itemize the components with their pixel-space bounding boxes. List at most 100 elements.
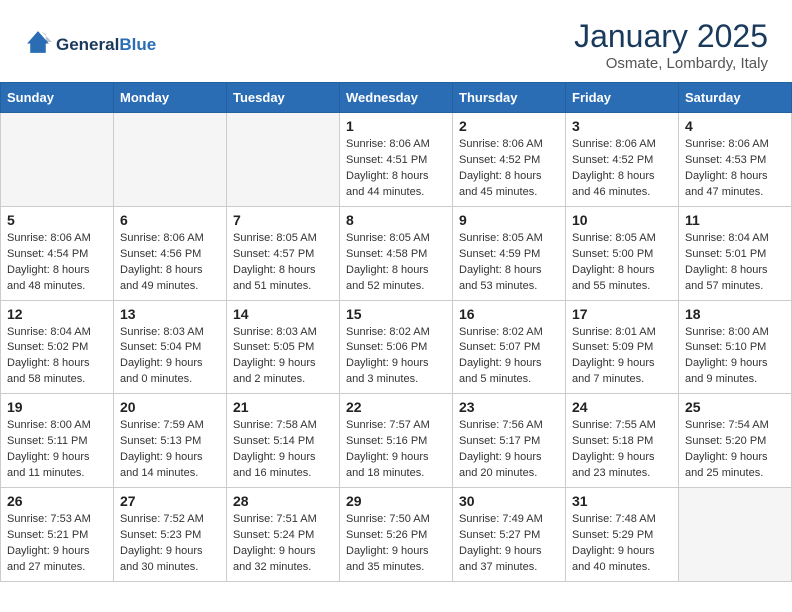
day-info: Sunrise: 7:55 AM Sunset: 5:18 PM Dayligh… xyxy=(572,418,672,482)
day-info: Sunrise: 7:49 AM Sunset: 5:27 PM Dayligh… xyxy=(459,512,559,576)
calendar-cell: 8 Sunrise: 8:05 AM Sunset: 4:58 PM Daylig… xyxy=(340,206,453,300)
calendar-cell: 16 Sunrise: 8:02 AM Sunset: 5:07 PM Dayli… xyxy=(453,300,566,394)
day-number: 14 xyxy=(233,306,333,322)
day-info: Sunrise: 7:50 AM Sunset: 5:26 PM Dayligh… xyxy=(346,512,446,576)
calendar-cell: 4 Sunrise: 8:06 AM Sunset: 4:53 PM Daylig… xyxy=(679,113,792,207)
day-header-monday: Monday xyxy=(114,83,227,113)
calendar-cell: 9Sunrise: 8:05 AM Sunset: 4:59 PM Daylig… xyxy=(453,206,566,300)
calendar-week-row: 26Sunrise: 7:53 AM Sunset: 5:21 PM Dayli… xyxy=(1,488,792,582)
day-number: 13 xyxy=(120,306,220,322)
calendar-cell: 31 Sunrise: 7:48 AM Sunset: 5:29 PM Dayli… xyxy=(566,488,679,582)
day-number: 12 xyxy=(7,306,107,322)
day-info: Sunrise: 7:51 AM Sunset: 5:24 PM Dayligh… xyxy=(233,512,333,576)
day-number: 4 xyxy=(685,118,785,134)
day-header-thursday: Thursday xyxy=(453,83,566,113)
calendar-cell xyxy=(227,113,340,207)
calendar-cell: 12 Sunrise: 8:04 AM Sunset: 5:02 PM Dayli… xyxy=(1,300,114,394)
page-header: GeneralBlue January 2025 Osmate, Lombard… xyxy=(0,0,792,82)
calendar-cell: 6 Sunrise: 8:06 AM Sunset: 4:56 PM Daylig… xyxy=(114,206,227,300)
day-number: 16 xyxy=(459,306,559,322)
logo-text-line1: GeneralBlue xyxy=(56,36,156,55)
day-info: Sunrise: 8:06 AM Sunset: 4:52 PM Dayligh… xyxy=(459,137,559,201)
calendar-cell: 2 Sunrise: 8:06 AM Sunset: 4:52 PM Daylig… xyxy=(453,113,566,207)
day-info: Sunrise: 7:56 AM Sunset: 5:17 PM Dayligh… xyxy=(459,418,559,482)
calendar-cell: 18 Sunrise: 8:00 AM Sunset: 5:10 PM Dayli… xyxy=(679,300,792,394)
day-header-saturday: Saturday xyxy=(679,83,792,113)
day-number: 19 xyxy=(7,399,107,415)
logo: GeneralBlue xyxy=(24,28,156,63)
calendar-cell: 22 Sunrise: 7:57 AM Sunset: 5:16 PM Dayli… xyxy=(340,394,453,488)
calendar-cell: 28 Sunrise: 7:51 AM Sunset: 5:24 PM Dayli… xyxy=(227,488,340,582)
day-number: 9 xyxy=(459,212,559,228)
calendar-header-row: SundayMondayTuesdayWednesdayThursdayFrid… xyxy=(1,83,792,113)
day-header-friday: Friday xyxy=(566,83,679,113)
day-info: Sunrise: 8:04 AM Sunset: 5:02 PM Dayligh… xyxy=(7,325,107,389)
calendar-cell: 5 Sunrise: 8:06 AM Sunset: 4:54 PM Daylig… xyxy=(1,206,114,300)
day-number: 21 xyxy=(233,399,333,415)
day-number: 18 xyxy=(685,306,785,322)
day-number: 22 xyxy=(346,399,446,415)
day-number: 3 xyxy=(572,118,672,134)
day-info: Sunrise: 8:05 AM Sunset: 4:58 PM Dayligh… xyxy=(346,231,446,295)
day-info: Sunrise: 8:06 AM Sunset: 4:56 PM Dayligh… xyxy=(120,231,220,295)
day-number: 25 xyxy=(685,399,785,415)
calendar-cell xyxy=(1,113,114,207)
day-info: Sunrise: 7:59 AM Sunset: 5:13 PM Dayligh… xyxy=(120,418,220,482)
calendar-cell: 25 Sunrise: 7:54 AM Sunset: 5:20 PM Dayli… xyxy=(679,394,792,488)
day-number: 17 xyxy=(572,306,672,322)
day-info: Sunrise: 7:54 AM Sunset: 5:20 PM Dayligh… xyxy=(685,418,785,482)
calendar-cell: 20 Sunrise: 7:59 AM Sunset: 5:13 PM Dayli… xyxy=(114,394,227,488)
calendar-cell: 15Sunrise: 8:02 AM Sunset: 5:06 PM Dayli… xyxy=(340,300,453,394)
month-title: January 2025 xyxy=(574,18,768,55)
day-number: 2 xyxy=(459,118,559,134)
logo-icon xyxy=(24,28,52,56)
calendar-cell: 7Sunrise: 8:05 AM Sunset: 4:57 PM Daylig… xyxy=(227,206,340,300)
calendar-cell: 21 Sunrise: 7:58 AM Sunset: 5:14 PM Dayli… xyxy=(227,394,340,488)
day-number: 31 xyxy=(572,493,672,509)
calendar-cell: 3 Sunrise: 8:06 AM Sunset: 4:52 PM Daylig… xyxy=(566,113,679,207)
day-info: Sunrise: 8:06 AM Sunset: 4:53 PM Dayligh… xyxy=(685,137,785,201)
day-info: Sunrise: 8:04 AM Sunset: 5:01 PM Dayligh… xyxy=(685,231,785,295)
day-number: 27 xyxy=(120,493,220,509)
day-info: Sunrise: 8:03 AM Sunset: 5:04 PM Dayligh… xyxy=(120,325,220,389)
day-info: Sunrise: 8:06 AM Sunset: 4:51 PM Dayligh… xyxy=(346,137,446,201)
day-info: Sunrise: 8:05 AM Sunset: 5:00 PM Dayligh… xyxy=(572,231,672,295)
calendar-week-row: 5 Sunrise: 8:06 AM Sunset: 4:54 PM Daylig… xyxy=(1,206,792,300)
calendar-table: SundayMondayTuesdayWednesdayThursdayFrid… xyxy=(0,82,792,582)
day-info: Sunrise: 8:02 AM Sunset: 5:07 PM Dayligh… xyxy=(459,325,559,389)
day-number: 23 xyxy=(459,399,559,415)
day-number: 29 xyxy=(346,493,446,509)
day-number: 15 xyxy=(346,306,446,322)
calendar-cell: 19Sunrise: 8:00 AM Sunset: 5:11 PM Dayli… xyxy=(1,394,114,488)
day-number: 20 xyxy=(120,399,220,415)
calendar-cell: 13 Sunrise: 8:03 AM Sunset: 5:04 PM Dayli… xyxy=(114,300,227,394)
calendar-cell: 27 Sunrise: 7:52 AM Sunset: 5:23 PM Dayli… xyxy=(114,488,227,582)
title-area: January 2025 Osmate, Lombardy, Italy xyxy=(574,18,768,72)
day-number: 8 xyxy=(346,212,446,228)
day-number: 6 xyxy=(120,212,220,228)
day-header-wednesday: Wednesday xyxy=(340,83,453,113)
day-info: Sunrise: 7:52 AM Sunset: 5:23 PM Dayligh… xyxy=(120,512,220,576)
day-number: 10 xyxy=(572,212,672,228)
day-header-tuesday: Tuesday xyxy=(227,83,340,113)
calendar-cell xyxy=(679,488,792,582)
day-number: 26 xyxy=(7,493,107,509)
day-info: Sunrise: 8:00 AM Sunset: 5:10 PM Dayligh… xyxy=(685,325,785,389)
calendar-cell: 11Sunrise: 8:04 AM Sunset: 5:01 PM Dayli… xyxy=(679,206,792,300)
calendar-cell: 24 Sunrise: 7:55 AM Sunset: 5:18 PM Dayli… xyxy=(566,394,679,488)
day-number: 24 xyxy=(572,399,672,415)
day-number: 5 xyxy=(7,212,107,228)
day-info: Sunrise: 8:01 AM Sunset: 5:09 PM Dayligh… xyxy=(572,325,672,389)
calendar-cell: 17 Sunrise: 8:01 AM Sunset: 5:09 PM Dayli… xyxy=(566,300,679,394)
day-number: 30 xyxy=(459,493,559,509)
calendar-week-row: 19Sunrise: 8:00 AM Sunset: 5:11 PM Dayli… xyxy=(1,394,792,488)
location: Osmate, Lombardy, Italy xyxy=(574,55,768,72)
day-info: Sunrise: 7:48 AM Sunset: 5:29 PM Dayligh… xyxy=(572,512,672,576)
calendar-cell: 30 Sunrise: 7:49 AM Sunset: 5:27 PM Dayli… xyxy=(453,488,566,582)
day-info: Sunrise: 8:06 AM Sunset: 4:52 PM Dayligh… xyxy=(572,137,672,201)
day-header-sunday: Sunday xyxy=(1,83,114,113)
day-info: Sunrise: 8:06 AM Sunset: 4:54 PM Dayligh… xyxy=(7,231,107,295)
day-info: Sunrise: 7:57 AM Sunset: 5:16 PM Dayligh… xyxy=(346,418,446,482)
day-number: 28 xyxy=(233,493,333,509)
day-info: Sunrise: 7:58 AM Sunset: 5:14 PM Dayligh… xyxy=(233,418,333,482)
